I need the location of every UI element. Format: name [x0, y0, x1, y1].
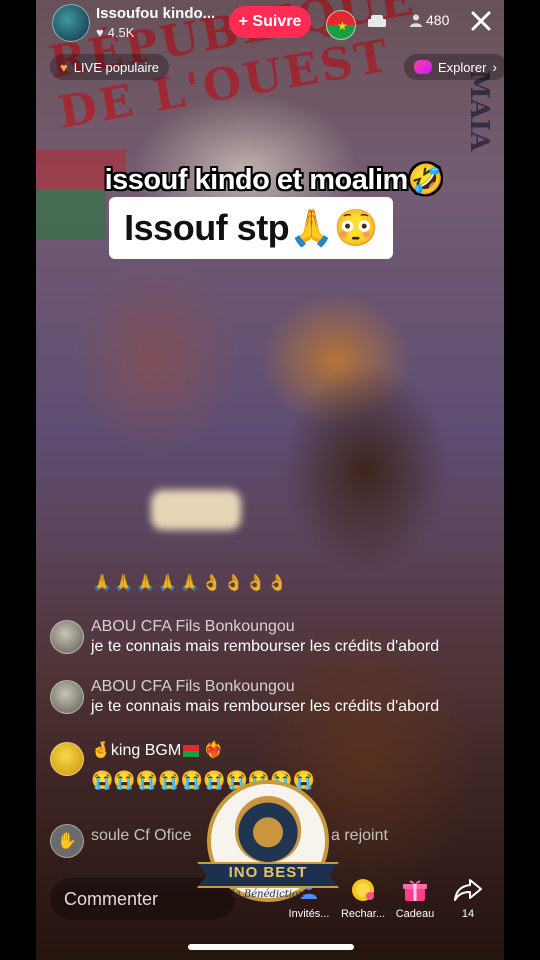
home-indicator[interactable]	[188, 944, 354, 950]
commenter-avatar[interactable]	[50, 742, 84, 776]
commenter-name[interactable]: 🤞king BGM ❤️‍🔥	[91, 740, 224, 760]
chevron-right-icon: ›	[492, 59, 498, 75]
flag-burkina-faso-icon	[183, 744, 200, 757]
person-icon	[410, 14, 422, 27]
host-likes: ♥ 4.5K	[96, 25, 135, 40]
join-action-text: a rejoint	[331, 827, 388, 844]
gift-icon	[401, 876, 429, 904]
recharge-button[interactable]: Rechar...	[335, 876, 391, 920]
comment-text: je te connais mais rembourser les crédit…	[91, 698, 440, 715]
close-icon[interactable]	[468, 8, 494, 34]
caption-line-2: Issouf stp🙏😳	[109, 197, 393, 259]
gift-button[interactable]: Cadeau	[387, 876, 443, 920]
joiner-name[interactable]: soule Cf Ofice	[91, 827, 191, 845]
flame-heart-icon: ♥	[60, 59, 68, 75]
commenter-avatar[interactable]	[50, 620, 84, 654]
lion-emblem-icon	[235, 796, 301, 862]
host-name[interactable]: Issoufou kindo...	[96, 5, 215, 22]
share-icon	[454, 876, 482, 904]
watermark-brand: INO BEST	[228, 864, 308, 881]
heart-icon: ♥	[96, 25, 104, 40]
share-button[interactable]: 14	[440, 876, 496, 920]
host-avatar[interactable]	[52, 4, 90, 42]
comment-text: je te connais mais rembourser les crédit…	[91, 638, 440, 655]
wave-icon: ✋	[50, 824, 84, 858]
commenter-name[interactable]: ABOU CFA Fils Bonkoungou	[91, 678, 295, 696]
sofa-icon[interactable]	[368, 13, 386, 29]
viewer-count[interactable]: 480	[410, 12, 449, 28]
caption-line-1: issouf kindo et moalim🤣	[104, 164, 444, 196]
commenter-avatar[interactable]	[50, 680, 84, 714]
explore-chip[interactable]: Explorer ›	[404, 54, 508, 80]
flag-burkina-faso-icon[interactable]: ★	[326, 10, 356, 40]
commenter-name[interactable]: ABOU CFA Fils Bonkoungou	[91, 618, 295, 636]
follow-button[interactable]: + Suivre	[229, 6, 311, 38]
coin-icon	[349, 876, 377, 904]
watermark-tagline: la Bénédiction	[231, 889, 305, 900]
live-populaire-chip[interactable]: ♥ LIVE populaire	[50, 54, 169, 80]
reaction-emoji-row: 🙏🙏🙏🙏🙏👌👌👌👌	[92, 575, 290, 592]
ino-best-watermark-logo: INO BEST la Bénédiction	[197, 780, 339, 912]
explore-icon	[414, 60, 432, 74]
